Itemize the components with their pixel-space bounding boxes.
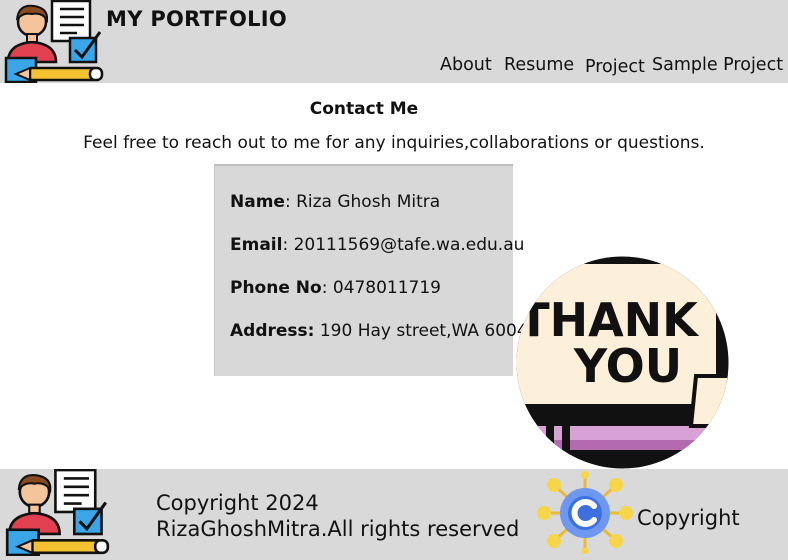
contact-email-row: Email: 20111569@tafe.wa.edu.au bbox=[230, 235, 524, 255]
phone-value: : 0478011719 bbox=[321, 278, 441, 298]
contact-phone-row: Phone No: 0478011719 bbox=[230, 278, 441, 298]
footer-line-1: Copyright 2024 bbox=[156, 491, 319, 515]
email-value: : 20111569@tafe.wa.edu.au bbox=[282, 235, 525, 255]
developer-at-desk-icon bbox=[5, 469, 110, 556]
nav-project[interactable]: Project bbox=[585, 57, 645, 77]
contact-intro: Feel free to reach out to me for any inq… bbox=[83, 133, 705, 153]
contact-card: Name: Riza Ghosh Mitra Email: 20111569@t… bbox=[214, 164, 528, 376]
footer-line-2: RizaGhoshMitra.All rights reserved bbox=[156, 517, 520, 541]
address-value: 190 Hay street,WA 6004 bbox=[314, 321, 528, 341]
name-label: Name bbox=[230, 192, 285, 212]
footer-copyright-text: Copyright 2024 RizaGhoshMitra.All rights… bbox=[156, 490, 519, 542]
name-value: : Riza Ghosh Mitra bbox=[284, 192, 441, 212]
phone-label: Phone No bbox=[230, 278, 322, 298]
site-title: MY PORTFOLIO bbox=[106, 7, 288, 31]
you-word: YOU bbox=[573, 339, 682, 393]
copyright-label: Copyright bbox=[637, 506, 740, 530]
main-nav: About Resume Project Sample Project bbox=[0, 55, 788, 79]
contact-address-row: Address: 190 Hay street,WA 6004 bbox=[230, 321, 528, 341]
copyright-network-icon bbox=[537, 471, 633, 554]
thank-you-image: THANK YOU bbox=[516, 256, 729, 469]
contact-name-row: Name: Riza Ghosh Mitra bbox=[230, 192, 440, 212]
site-footer: Copyright 2024 RizaGhoshMitra.All rights… bbox=[0, 469, 788, 560]
email-label: Email bbox=[230, 235, 283, 255]
nav-sample-project[interactable]: Sample Project bbox=[652, 55, 783, 75]
nav-resume[interactable]: Resume bbox=[504, 55, 574, 75]
nav-about[interactable]: About bbox=[440, 55, 492, 75]
address-label: Address: bbox=[230, 321, 315, 341]
contact-heading: Contact Me bbox=[309, 99, 419, 119]
site-header: MY PORTFOLIO About Resume Project Sample… bbox=[0, 0, 788, 83]
